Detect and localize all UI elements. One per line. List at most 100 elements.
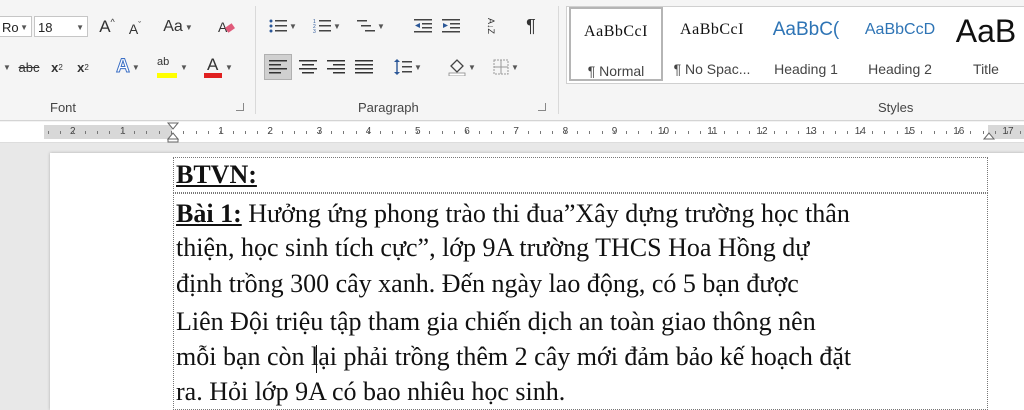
font-size-value: 18 [38,20,53,35]
ruler-tick [85,131,86,134]
ruler-tick [208,131,209,134]
ruler-tick [368,131,369,134]
ruler-tick [491,131,492,134]
align-center-icon [299,60,317,74]
paragraph-line: ra. Hỏi lớp 9A có bao nhiêu học sinh. [176,377,566,406]
numbering-button[interactable]: 1 2 3 ▼ [310,14,344,38]
ruler-tick [638,131,639,134]
ruler-tick [454,131,455,134]
ruler-tick [651,131,652,134]
chevron-down-icon: ▼ [76,23,84,32]
ruler-tick [515,131,516,134]
align-center-button[interactable] [294,54,322,80]
ruler-tick [540,131,541,134]
align-right-button[interactable] [322,54,350,80]
align-left-button[interactable] [264,54,292,80]
font-name-combo[interactable]: Ro ▼ [0,16,32,37]
ruler-tick [479,131,480,134]
ruler-tick [552,131,553,134]
ruler-tick [712,131,713,134]
ruler-tick [331,131,332,134]
ruler-tick [171,131,172,134]
font-color-button[interactable]: A ▼ [200,54,236,80]
paragraph-line: định trồng 300 cây xanh. Đến ngày lao độ… [176,269,799,298]
strikethrough-button[interactable]: abc [16,56,42,78]
justify-button[interactable] [350,54,378,80]
styles-gallery: AaBbCcI ¶ Normal AaBbCcI ¶ No Spac... Aa… [566,6,1024,84]
font-group-label: Font [50,100,77,115]
style-no-spacing[interactable]: AaBbCcI ¶ No Spac... [665,7,759,81]
clear-formatting-button[interactable]: A [214,16,238,38]
font-color-glyph: A [207,55,219,74]
text-effects-button[interactable]: A ▼ [110,56,146,78]
ruler-tick [970,131,971,134]
ruler-tick [269,131,270,134]
borders-button[interactable]: ▼ [488,54,524,80]
decrease-indent-button[interactable] [410,14,436,38]
strikethrough-icon: abc [18,59,40,75]
show-formatting-button[interactable]: ¶ [520,14,542,38]
ruler-tick [675,131,676,134]
numbering-icon: 123 [313,19,332,34]
heading-line: BTVN: [176,160,257,190]
heading-text: BTVN: [176,160,257,189]
style-heading-1[interactable]: AaBbC( Heading 1 [759,7,853,81]
highlighter-icon: ab [156,55,178,79]
font-size-combo[interactable]: 18 ▼ [34,16,88,37]
style-name: Title [973,61,999,77]
ruler-tick [528,131,529,134]
style-heading-2[interactable]: AaBbCcD Heading 2 [853,7,947,81]
shrink-font-icon: A [128,21,139,37]
first-line-indent-marker-icon[interactable] [166,122,180,143]
change-case-button[interactable]: Aa ▼ [160,16,196,38]
subscript-button[interactable]: x2 [46,56,68,78]
ruler-tick [774,131,775,134]
increase-indent-button[interactable] [438,14,464,38]
line-spacing-button[interactable]: ▼ [390,54,426,80]
right-indent-marker-icon[interactable] [982,122,996,142]
superscript-mark: 2 [84,62,89,72]
multilevel-list-button[interactable]: ▼ [354,14,388,38]
ruler-tick [233,131,234,134]
table-cell-heading[interactable] [173,157,988,193]
chevron-down-icon: ▼ [20,23,28,32]
ruler-tick [909,131,910,134]
ruler-tick [761,131,762,134]
ruler-tick [946,131,947,134]
grow-font-icon: A [99,17,111,36]
style-title[interactable]: AaB Title [947,7,1024,81]
more-left-button[interactable]: ▼ [0,56,12,78]
font-dialog-launcher-icon[interactable] [236,103,244,111]
align-left-icon [269,60,287,74]
ruler-tick [380,131,381,134]
shrink-font-button[interactable]: Aˇ [124,18,146,40]
grow-font-button[interactable]: A ^ [96,16,118,38]
decrease-indent-icon [414,19,432,33]
shading-button[interactable]: ▼ [444,54,480,80]
ruler-tick [565,131,566,134]
style-name: ¶ No Spac... [673,61,751,77]
ruler-tick [257,131,258,134]
ruler-tick [786,131,787,134]
ruler-tick [356,131,357,134]
bullets-button[interactable]: ▼ [266,14,300,38]
highlight-color-button[interactable]: ab ▼ [154,54,190,80]
superscript-button[interactable]: x2 [72,56,94,78]
styles-group-label: Styles [878,100,914,115]
style-preview: AaB [955,13,1017,49]
ruler-tick [589,131,590,134]
horizontal-ruler[interactable]: 2 1 1234567891011121314151617 [0,122,1024,143]
ruler-tick [60,131,61,134]
ruler-tick [343,131,344,134]
style-preview: AaBbCcI [584,23,648,40]
exercise-label: Bài 1: [176,199,242,228]
svg-text:3: 3 [313,29,316,34]
ruler-tick [245,131,246,134]
ruler-tick [688,131,689,134]
paragraph-dialog-launcher-icon[interactable] [538,103,546,111]
subscript-mark: 2 [58,62,63,72]
style-normal[interactable]: AaBbCcI ¶ Normal [569,7,663,81]
style-name: Heading 1 [774,61,838,77]
ruler-tick [835,131,836,134]
sort-button[interactable]: A↓Z [478,14,504,38]
